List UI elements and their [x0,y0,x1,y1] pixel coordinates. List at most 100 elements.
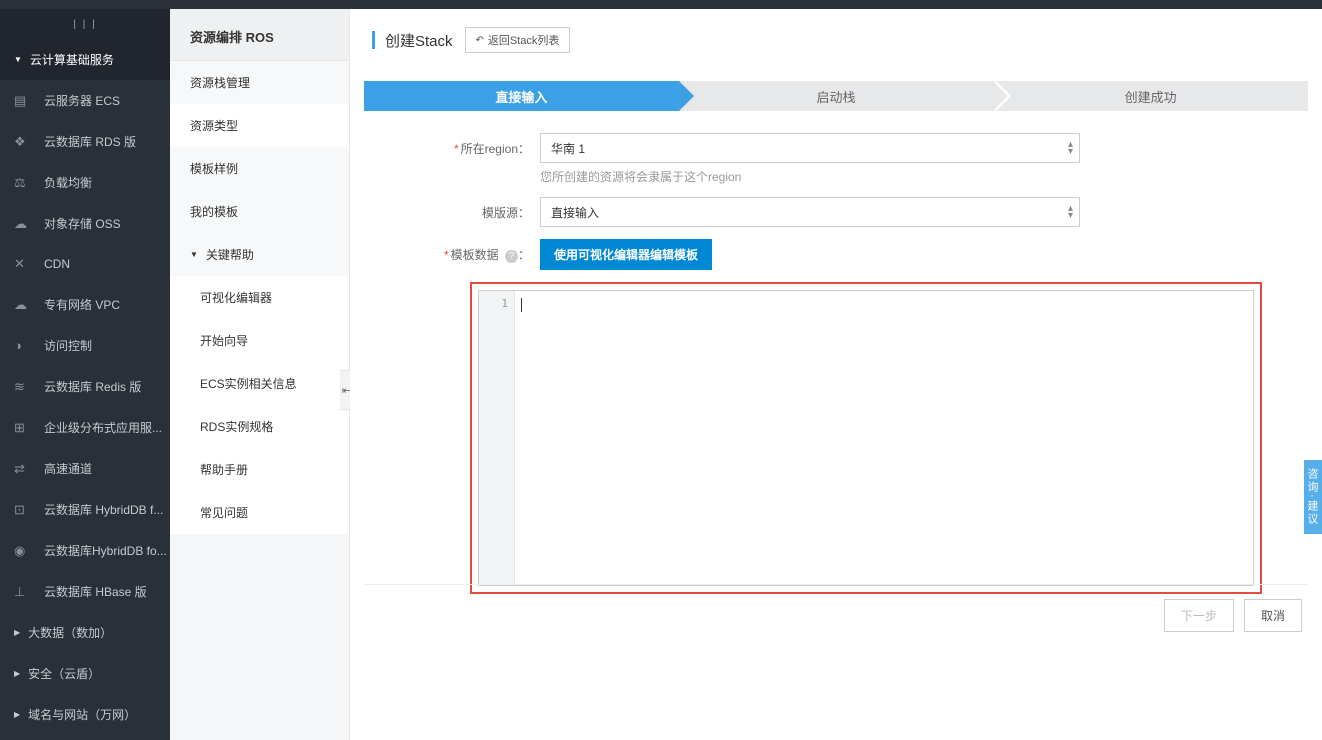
next-step-button[interactable]: 下一步 [1164,599,1234,632]
sidebar-product-item[interactable]: ≋ 云数据库 Redis 版 [0,366,170,407]
sidebar-nav-item[interactable]: ECS实例相关信息 [170,362,349,405]
product-item-label: 访问控制 [44,337,92,354]
sidebar-product-item[interactable]: ✕ CDN [0,244,170,284]
sidebar-product-item[interactable]: ◉ 云数据库HybridDB fo... [0,530,170,571]
product-item-label: 云数据库 HybridDB f... [44,501,163,518]
service-title: 资源编排 ROS [170,9,349,61]
help-icon[interactable]: ? [505,250,518,263]
nav-item-label: 关键帮助 [206,246,254,263]
region-label: *所在region： [380,133,540,157]
step-label: 启动栈 [817,87,856,106]
nav-item-label: 资源类型 [190,119,238,133]
sidebar-product-item[interactable]: ☁专有网络 VPC [0,284,170,325]
step-create-success[interactable]: 创建成功 [993,81,1308,111]
editor-code-area[interactable] [515,291,1253,585]
header-accent-bar [372,31,375,49]
sidebar-category-header[interactable]: ▶大数据（数加） [0,612,170,653]
form-row-source: 模版源： 直接输入 ▴▾ [380,197,1292,227]
caret-right-icon: ▶ [14,669,20,678]
sidebar-product-item[interactable]: ⚖负载均衡 [0,162,170,203]
product-icon: ≋ [14,379,34,395]
caret-right-icon: ▶ [14,628,20,637]
text-cursor [521,298,522,312]
sidebar-section-header[interactable]: ▼ 关键帮助 [170,233,349,276]
sidebar-nav-item[interactable]: RDS实例规格 [170,405,349,448]
region-select[interactable]: 华南 1 ▴▾ [540,133,1080,163]
sidebar-nav-item[interactable]: 资源类型 [170,104,349,147]
nav-item-label: 常见问题 [200,506,248,520]
sidebar-product-item[interactable]: ⇄高速通道 [0,448,170,489]
collapse-icon: | | | [73,19,96,30]
open-visual-editor-button[interactable]: 使用可视化编辑器编辑模板 [540,239,712,270]
form-row-region: *所在region： 华南 1 ▴▾ 您所创建的资源将会隶属于这个region [380,133,1292,185]
sidebar-nav-item[interactable]: 模板样例 [170,147,349,190]
nav-item-label: 资源栈管理 [190,76,250,90]
sidebar-product-item[interactable]: ❖ 云数据库 RDS 版 [0,121,170,162]
sidebar-product-item[interactable]: ☁ 对象存储 OSS [0,203,170,244]
sidebar-nav-item[interactable]: 常见问题 [170,491,349,534]
sidebar-product-item[interactable]: ▤云服务器 ECS [0,80,170,121]
product-item-label: 对象存储 OSS [44,215,121,232]
product-icon: ▤ [14,93,34,109]
caret-down-icon: ▼ [14,55,22,64]
product-icon: ✕ [14,256,34,272]
sidebar-product-item[interactable]: ⊡ 云数据库 HybridDB f... [0,489,170,530]
nav-item-label: ECS实例相关信息 [200,377,297,391]
select-updown-icon: ▴▾ [1068,205,1073,219]
line-number: 1 [479,297,508,310]
step-launch-stack[interactable]: 启动栈 [679,81,994,111]
caret-down-icon: ▼ [190,250,198,259]
product-icon: ⇄ [14,461,34,477]
product-icon: ☁ [14,216,34,232]
sidebar-category-header[interactable]: ▶ 安全（云盾） [0,653,170,694]
back-button-label: 返回Stack列表 [488,32,560,48]
stack-form: *所在region： 华南 1 ▴▾ 您所创建的资源将会隶属于这个region … [350,133,1322,270]
nav-item-label: 帮助手册 [200,463,248,477]
sidebar-product-nav: | | | ▼ 云计算基础服务 ▤云服务器 ECS ❖ 云数据库 RDS 版 ⚖负载均… [0,9,170,740]
product-icon: ◉ [14,543,34,559]
sidebar-category-header[interactable]: ▶ 域名与网站（万网） [0,694,170,735]
template-data-label: *模板数据 ?： [380,239,540,263]
feedback-tab[interactable]: 咨询·建议 [1304,460,1322,534]
sidebar-product-item[interactable]: ⊥云数据库 HBase 版 [0,571,170,612]
nav-item-label: 开始向导 [200,334,248,348]
sidebar-nav-item[interactable]: 帮助手册 [170,448,349,491]
nav-item-label: RDS实例规格 [200,420,273,434]
step-label: 创建成功 [1125,87,1177,106]
product-icon: ⊡ [14,502,34,518]
form-row-template-data: *模板数据 ?： 使用可视化编辑器编辑模板 [380,239,1292,270]
template-code-editor[interactable]: 1 [478,290,1254,586]
product-icon: ❖ [14,134,34,150]
sidebar-group-header-compute[interactable]: ▼ 云计算基础服务 [0,39,170,80]
select-updown-icon: ▴▾ [1068,141,1073,155]
step-direct-input[interactable]: 直接输入 [364,81,679,111]
sidebar-product-item[interactable]: ⊞企业级分布式应用服... [0,407,170,448]
product-item-label: 专有网络 VPC [44,296,120,313]
sidebar-nav-item[interactable]: 资源栈管理 [170,61,349,104]
sidebar-category-header[interactable]: ▶云市场 [0,735,170,740]
product-item-label: 云数据库 HBase 版 [44,583,147,600]
template-source-select[interactable]: 直接输入 ▴▾ [540,197,1080,227]
sidebar-product-item[interactable]: ◑访问控制 [0,325,170,366]
cancel-button[interactable]: 取消 [1244,599,1302,632]
nav-item-label: 我的模板 [190,205,238,219]
main-header: 创建Stack ↶ 返回Stack列表 [350,9,1322,67]
sidebar-nav-item[interactable]: 我的模板 [170,190,349,233]
back-to-stack-list-button[interactable]: ↶ 返回Stack列表 [465,27,571,53]
category-label: 安全（云盾） [28,665,100,682]
source-select-value: 直接输入 [551,204,599,221]
product-item-label: 云数据库 Redis 版 [44,378,141,395]
product-item-label: CDN [44,257,70,271]
category-label: 域名与网站（万网） [28,706,136,723]
sidebar-nav-item[interactable]: 开始向导 [170,319,349,362]
product-item-label: 云数据库HybridDB fo... [44,542,167,559]
caret-right-icon: ▶ [14,710,20,719]
source-label: 模版源： [380,197,540,221]
sidebar-collapse-toggle[interactable]: | | | [0,9,170,39]
sidebar-service-nav: 资源编排 ROS 资源栈管理资源类型模板样例我的模板 ▼ 关键帮助可视化编辑器开始向… [170,9,350,740]
product-item-label: 云数据库 RDS 版 [44,133,136,150]
back-arrow-icon: ↶ [476,35,484,46]
nav-item-label: 模板样例 [190,162,238,176]
sidebar-nav-item[interactable]: 可视化编辑器 [170,276,349,319]
nav-item-label: 可视化编辑器 [200,291,272,305]
